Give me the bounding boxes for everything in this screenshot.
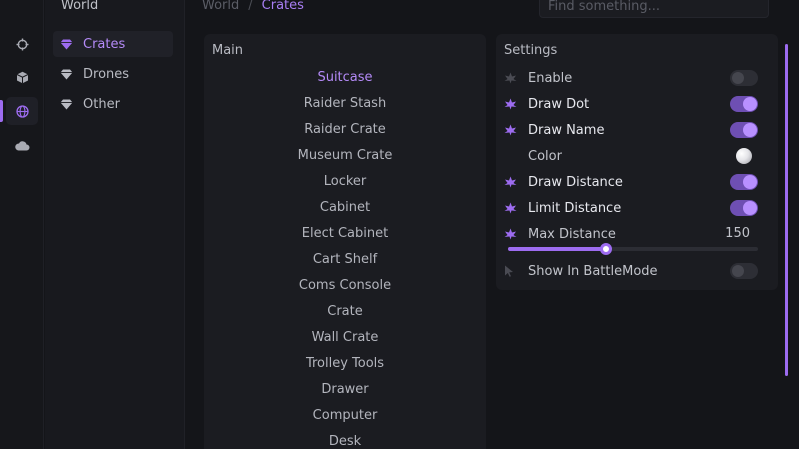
toggle-knob [732, 265, 744, 277]
list-item-elect-cabinet[interactable]: Elect Cabinet [204, 226, 486, 241]
leaf-icon [504, 175, 518, 189]
breadcrumb-current: Crates [261, 0, 304, 13]
draw-dot-toggle[interactable] [730, 96, 758, 112]
rail-button-crosshair[interactable] [6, 30, 38, 58]
main-panel-title: Main [212, 43, 244, 58]
max-distance-slider[interactable] [508, 243, 758, 255]
toggle-knob [743, 97, 757, 111]
list-item-museum-crate[interactable]: Museum Crate [204, 148, 486, 163]
sidebar-item-label: Drones [83, 66, 130, 82]
list-item-trolley-tools[interactable]: Trolley Tools [204, 356, 486, 371]
setting-battle-mode: Show In BattleMode [504, 261, 770, 281]
cursor-icon [504, 264, 518, 278]
toggle-knob [743, 201, 757, 215]
color-swatch[interactable] [736, 148, 752, 164]
draw-distance-toggle[interactable] [730, 174, 758, 190]
setting-label: Draw Distance [528, 174, 623, 190]
max-distance-value: 150 [725, 226, 750, 241]
limit-distance-toggle[interactable] [730, 200, 758, 216]
setting-label: Draw Name [528, 122, 605, 138]
breadcrumb-separator: / [248, 0, 253, 13]
setting-label: Show In BattleMode [528, 263, 658, 279]
rail-button-cloud[interactable] [6, 131, 38, 159]
battle-mode-toggle[interactable] [730, 263, 758, 279]
setting-enable: Enable [504, 68, 770, 88]
list-item-crate[interactable]: Crate [204, 304, 486, 319]
settings-panel-title: Settings [504, 43, 558, 58]
slider-fill [508, 247, 606, 251]
list-item-coms-console[interactable]: Coms Console [204, 278, 486, 293]
crosshair-icon [16, 38, 28, 50]
gem-icon [60, 97, 74, 111]
setting-draw-dot: Draw Dot [504, 94, 770, 114]
setting-color: Color [504, 146, 770, 166]
leaf-icon [504, 227, 518, 241]
category-sidebar: World Crates Drones Other [45, 0, 185, 449]
sidebar-item-crates[interactable]: Crates [53, 31, 173, 57]
toggle-knob [743, 175, 757, 189]
setting-label: Limit Distance [528, 200, 622, 216]
sidebar-item-label: Other [83, 96, 120, 112]
list-item-desk[interactable]: Desk [204, 434, 486, 449]
toggle-knob [743, 123, 757, 137]
cloud-icon [14, 140, 29, 150]
list-item-cart-shelf[interactable]: Cart Shelf [204, 252, 486, 267]
slider-thumb[interactable] [599, 243, 612, 255]
list-item-cabinet[interactable]: Cabinet [204, 200, 486, 215]
breadcrumb-world[interactable]: World [202, 0, 239, 13]
leaf-icon [504, 97, 518, 111]
sidebar-item-other[interactable]: Other [53, 91, 173, 117]
list-item-raider-stash[interactable]: Raider Stash [204, 96, 486, 111]
setting-limit-distance: Limit Distance [504, 198, 770, 218]
list-item-raider-crate[interactable]: Raider Crate [204, 122, 486, 137]
gem-icon [60, 37, 74, 51]
leaf-icon [504, 123, 518, 137]
main-panel: Main Suitcase Raider Stash Raider Crate … [204, 34, 486, 449]
list-item-drawer[interactable]: Drawer [204, 382, 486, 397]
setting-label: Draw Dot [528, 96, 590, 112]
rail-button-globe[interactable] [6, 97, 38, 125]
globe-icon [15, 104, 29, 118]
settings-panel: Settings Enable Draw Dot Draw Name Color… [496, 34, 778, 290]
icon-rail [0, 0, 44, 449]
setting-label: Color [528, 148, 562, 164]
leaf-icon [504, 71, 518, 85]
rail-button-cube[interactable] [6, 63, 38, 91]
setting-label: Max Distance [528, 226, 616, 242]
gem-icon [60, 67, 74, 81]
toggle-knob [732, 72, 744, 84]
list-item-computer[interactable]: Computer [204, 408, 486, 423]
setting-draw-name: Draw Name [504, 120, 770, 140]
sidebar-title: World [61, 0, 99, 13]
rail-active-indicator [0, 100, 3, 122]
setting-label: Enable [528, 70, 573, 86]
sidebar-item-drones[interactable]: Drones [53, 61, 173, 87]
enable-toggle[interactable] [730, 70, 758, 86]
cube-icon [16, 71, 28, 83]
list-item-locker[interactable]: Locker [204, 174, 486, 189]
setting-draw-distance: Draw Distance [504, 172, 770, 192]
search-input[interactable] [539, 0, 769, 18]
sidebar-item-label: Crates [83, 36, 126, 52]
list-item-suitcase[interactable]: Suitcase [204, 70, 486, 85]
list-item-wall-crate[interactable]: Wall Crate [204, 330, 486, 345]
scrollbar[interactable] [785, 44, 788, 376]
leaf-icon [504, 201, 518, 215]
setting-max-distance: Max Distance 150 [504, 224, 770, 244]
draw-name-toggle[interactable] [730, 122, 758, 138]
breadcrumb: World / Crates [202, 0, 304, 13]
